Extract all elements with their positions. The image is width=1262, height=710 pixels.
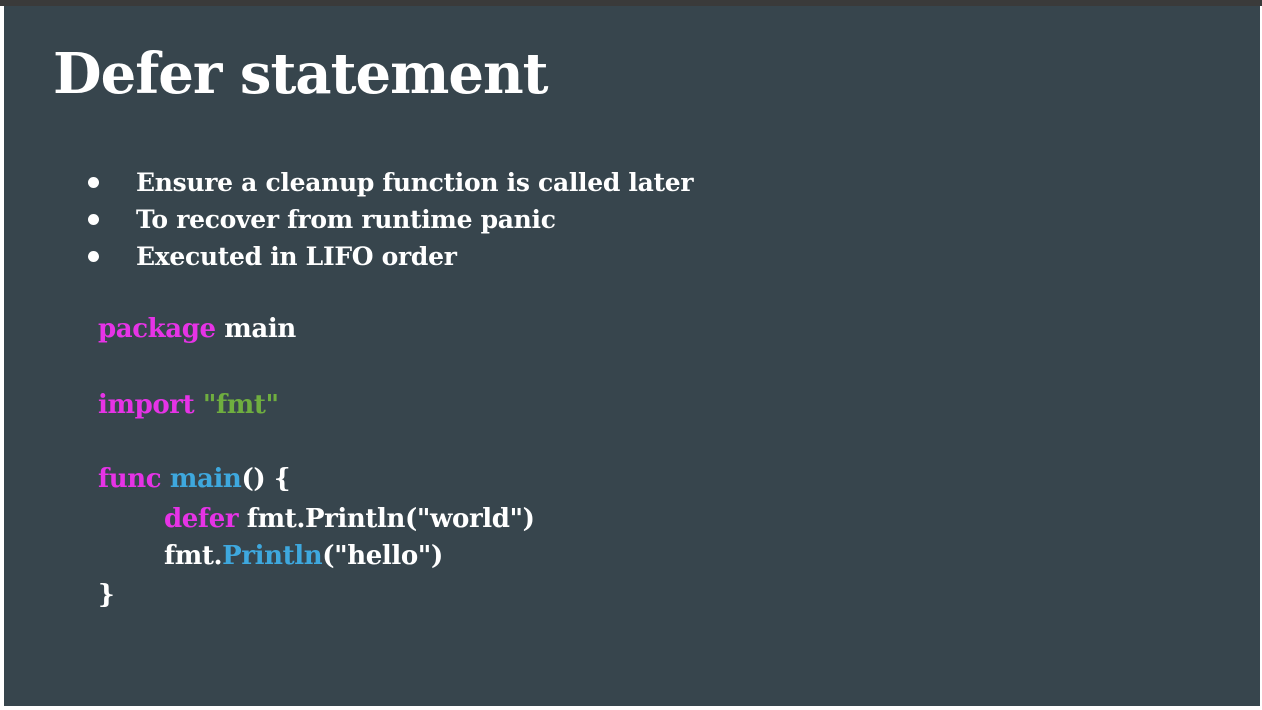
- bullet-text: Ensure a cleanup function is called late…: [136, 168, 694, 197]
- code-text: () {: [241, 464, 291, 494]
- bullet-dot-icon: [88, 177, 99, 188]
- code-text: fmt.: [164, 541, 223, 571]
- string-token: "fmt": [194, 390, 279, 420]
- code-line-close-brace: }: [98, 578, 115, 612]
- keyword-token: import: [98, 390, 195, 420]
- function-name-token: Println: [222, 541, 323, 571]
- code-line-func: func main() {: [98, 462, 291, 496]
- keyword-token: package: [98, 314, 216, 344]
- slide: Defer statement Ensure a cleanup functio…: [4, 6, 1260, 706]
- bullet-item: To recover from runtime panic: [84, 201, 693, 238]
- bullet-text: To recover from runtime panic: [136, 205, 556, 234]
- bullet-item: Ensure a cleanup function is called late…: [84, 164, 694, 201]
- code-text: main: [215, 314, 296, 344]
- code-line-defer: defer fmt.Println("world"): [164, 502, 535, 536]
- code-line-import: import "fmt": [98, 388, 279, 422]
- bullet-dot-icon: [88, 251, 99, 262]
- keyword-token: func: [98, 464, 162, 494]
- code-text: }: [98, 580, 115, 610]
- bullet-item: Executed in LIFO order: [84, 238, 693, 275]
- code-line-package: package main: [98, 312, 296, 346]
- bullet-list: Ensure a cleanup function is called late…: [84, 164, 694, 275]
- bullet-text: Executed in LIFO order: [136, 242, 457, 271]
- screen-frame: Defer statement Ensure a cleanup functio…: [0, 0, 1262, 710]
- bullet-dot-icon: [88, 214, 99, 225]
- keyword-token: defer: [164, 504, 239, 534]
- function-name-token: main: [161, 464, 242, 494]
- code-text: ("hello"): [322, 541, 443, 571]
- code-line-println: fmt.Println("hello"): [164, 539, 443, 573]
- slide-title: Defer statement: [53, 41, 549, 107]
- code-text: fmt.Println("world"): [238, 504, 535, 534]
